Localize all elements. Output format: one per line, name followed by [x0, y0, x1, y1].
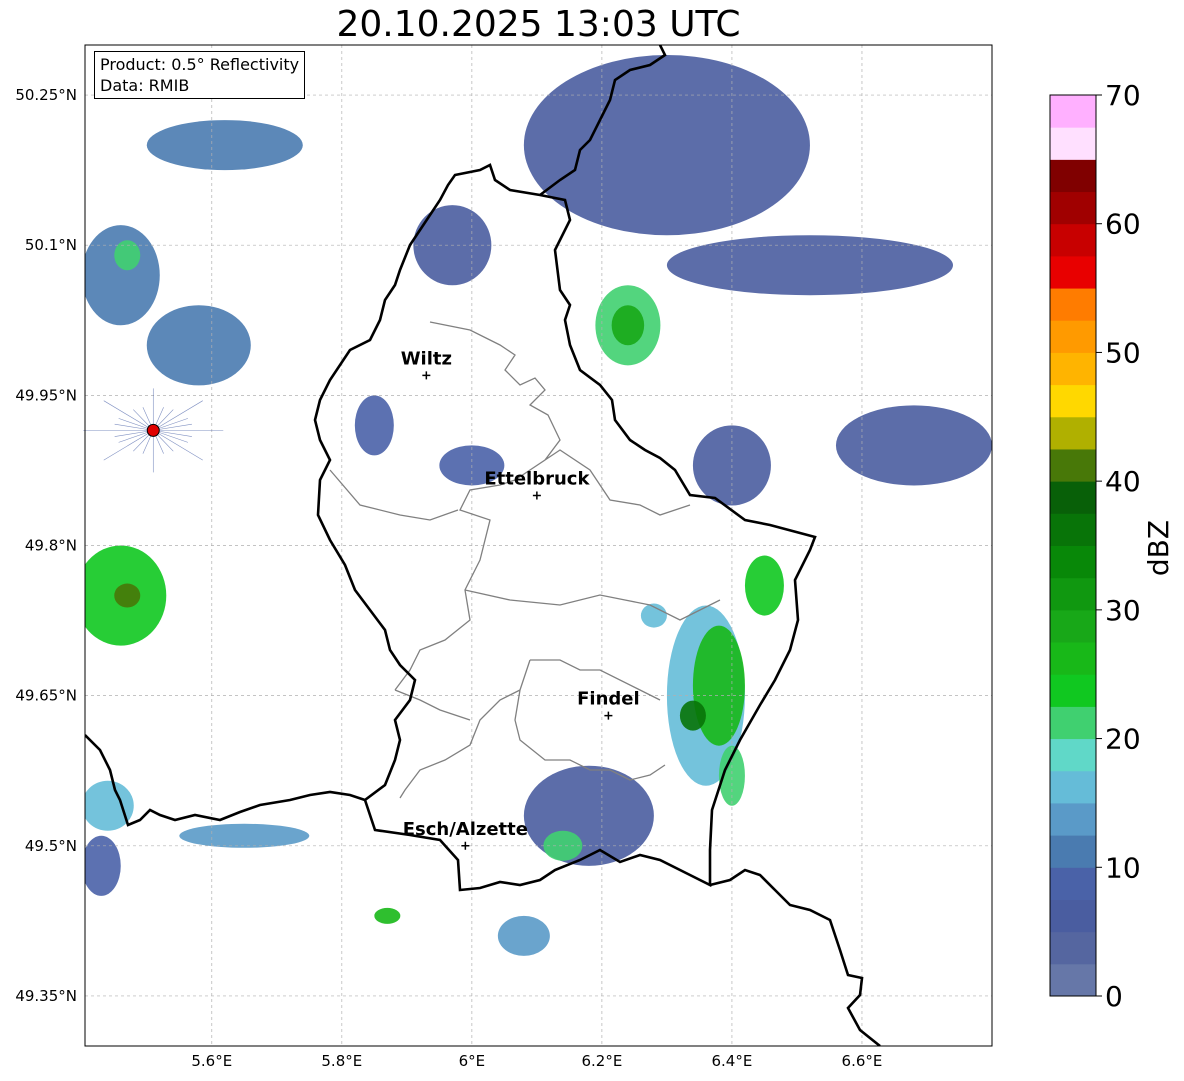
colorbar-segment: [1050, 770, 1096, 804]
echo-cell: [85, 225, 160, 326]
echo-cell: [992, 295, 1057, 495]
echo-cell: [666, 235, 953, 296]
lon-tick-label: 6.4°E: [712, 1052, 753, 1070]
colorbar-segment: [1050, 835, 1096, 868]
colorbar-segment: [1050, 577, 1096, 611]
colorbar-segment: [1050, 738, 1096, 772]
lat-tick-label: 49.95°N: [15, 386, 77, 404]
colorbar-segment: [1050, 159, 1096, 193]
echo-cell: [114, 583, 141, 608]
colorbar-segment: [1050, 931, 1096, 965]
longitude-axis: 5.6°E 5.8°E 6°E 6.2°E 6.4°E 6.6°E: [191, 1052, 882, 1070]
colorbar-tick-label: 40: [1105, 465, 1141, 498]
echo-cell: [744, 555, 784, 616]
city-label: Wiltz: [401, 348, 452, 369]
echo-cell: [354, 395, 394, 456]
echo-cell: [692, 625, 745, 746]
latitude-axis: 50.25°N 50.1°N 49.95°N 49.8°N 49.65°N 49.5°N 4…: [15, 86, 77, 1005]
lat-tick-label: 49.5°N: [25, 837, 77, 855]
colorbar-segment: [1050, 899, 1096, 933]
district-borders: [329, 321, 721, 799]
echo-cell: [679, 700, 706, 731]
lon-tick-label: 6°E: [459, 1052, 486, 1070]
colorbar: 0 10 20 30 40 50 60 70: [1049, 79, 1141, 1013]
echo-cell: [611, 305, 645, 346]
lon-tick-label: 6.6°E: [842, 1052, 883, 1070]
colorbar-tick-label: 10: [1105, 851, 1141, 884]
colorbar-segment: [1050, 416, 1096, 450]
colorbar-segment: [1050, 320, 1096, 353]
lon-tick-label: 5.8°E: [321, 1052, 362, 1070]
city-label: Findel: [577, 689, 640, 710]
lon-tick-label: 5.6°E: [191, 1052, 232, 1070]
colorbar-segment: [1050, 288, 1096, 321]
echo-cell: [146, 305, 251, 386]
colorbar-label: dBZ: [1142, 520, 1175, 576]
echo-cell: [179, 823, 310, 848]
city-label: Esch/Alzette: [403, 819, 528, 840]
echo-cell: [523, 765, 654, 866]
city-marker: [422, 371, 431, 380]
radar-spoke: [153, 430, 203, 461]
colorbar-segment: [1050, 963, 1096, 997]
lat-tick-label: 50.1°N: [25, 236, 77, 254]
colorbar-tick-label: 20: [1105, 723, 1141, 756]
lon-tick-label: 6.2°E: [581, 1052, 622, 1070]
echo-cell: [146, 120, 303, 171]
echo-cell: [85, 780, 134, 831]
colorbar-segment: [1050, 448, 1096, 482]
colorbar-segment: [1050, 352, 1096, 386]
colorbar-segment: [1050, 255, 1096, 289]
data-source-text: Data: RMIB: [100, 76, 190, 95]
city-marker: [532, 491, 541, 500]
colorbar-segment: [1050, 545, 1096, 579]
colorbar-segment: [1050, 95, 1096, 128]
colorbar-tick-label: 60: [1105, 208, 1141, 241]
colorbar-segment: [1050, 674, 1096, 707]
colorbar-segment: [1050, 642, 1096, 675]
city-label: Ettelbruck: [484, 468, 590, 489]
reflectivity-layer: [85, 55, 1057, 956]
colorbar-segment: [1050, 706, 1096, 740]
city-marker: [604, 711, 613, 720]
lat-tick-label: 49.35°N: [15, 987, 77, 1005]
radar-spoke: [103, 430, 154, 461]
lat-tick-label: 49.65°N: [15, 687, 77, 705]
product-text: Product: 0.5° Reflectivity: [100, 55, 300, 74]
lat-tick-label: 49.8°N: [25, 537, 77, 555]
echo-cell: [374, 907, 401, 924]
colorbar-segment: [1050, 481, 1096, 514]
colorbar-segment: [1050, 223, 1096, 257]
city-marker: [461, 841, 470, 850]
echo-cell: [85, 835, 121, 896]
echo-cell: [497, 915, 550, 956]
colorbar-segment: [1050, 802, 1096, 836]
colorbar-segment: [1050, 384, 1096, 418]
colorbar-segment: [1050, 127, 1096, 160]
info-box: Product: 0.5° Reflectivity Data: RMIB: [94, 51, 306, 99]
radar-spoke: [103, 400, 154, 431]
lat-tick-label: 50.25°N: [15, 86, 77, 104]
colorbar-segment: [1050, 513, 1096, 546]
radar-site-marker: [146, 423, 160, 437]
radar-site: [83, 388, 224, 473]
colorbar-segment: [1050, 191, 1096, 225]
echo-cell: [114, 240, 141, 271]
echo-cell: [835, 405, 992, 486]
colorbar-tick-label: 0: [1105, 980, 1123, 1013]
radar-map: WiltzEttelbruckFindelEsch/Alzette 5.6°E 5…: [15, 44, 1175, 1070]
colorbar-tick-label: 70: [1105, 79, 1141, 112]
colorbar-segment: [1050, 867, 1096, 900]
colorbar-tick-label: 50: [1105, 336, 1141, 369]
radar-spoke: [153, 400, 203, 431]
colorbar-segment: [1050, 609, 1096, 643]
colorbar-tick-label: 30: [1105, 594, 1141, 627]
country-border-southeast: [709, 868, 881, 1046]
